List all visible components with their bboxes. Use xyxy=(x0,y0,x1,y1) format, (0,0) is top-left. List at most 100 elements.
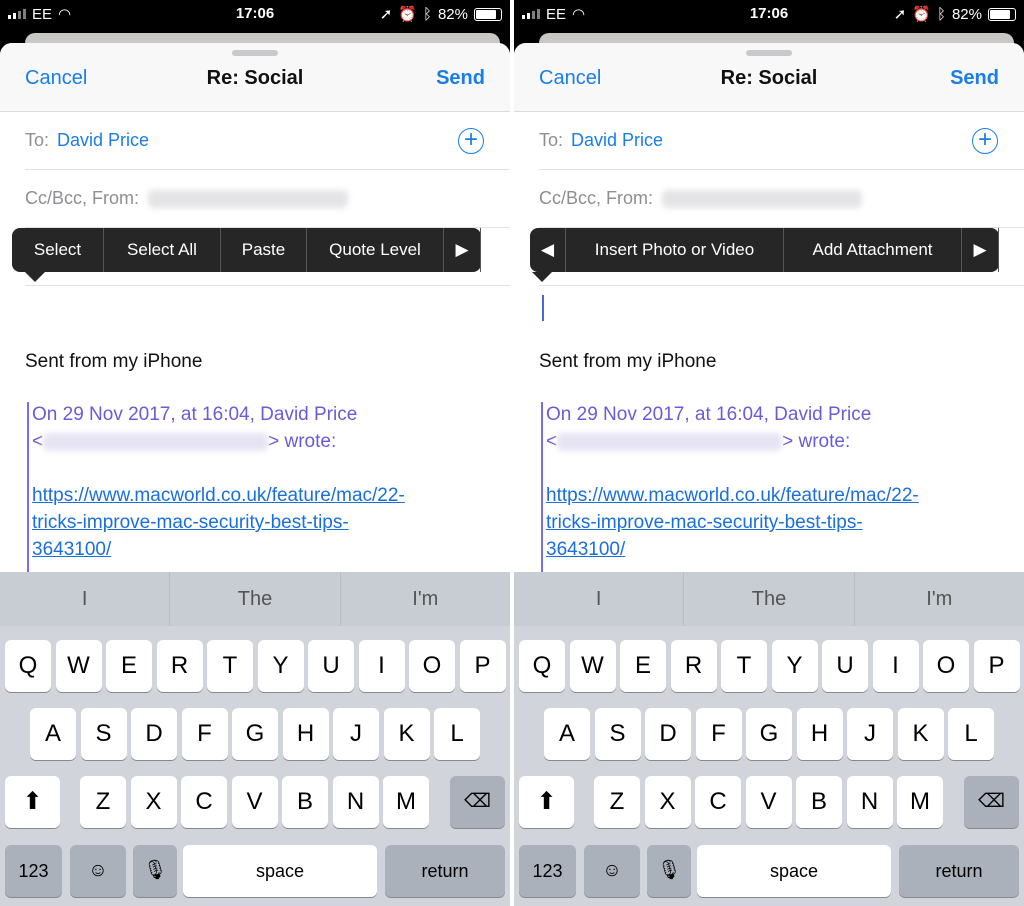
key-e[interactable]: E xyxy=(106,640,152,692)
menu-item[interactable]: Select xyxy=(12,228,104,272)
emoji-key[interactable]: ☺ xyxy=(70,845,126,897)
menu-next-button[interactable]: ▶ xyxy=(962,228,999,272)
dictation-key[interactable]: 🎙 xyxy=(647,845,691,897)
cancel-button[interactable]: Cancel xyxy=(539,67,601,90)
menu-next-button[interactable]: ▶ xyxy=(444,228,481,272)
menu-item[interactable]: Paste xyxy=(221,228,307,272)
numbers-key[interactable]: 123 xyxy=(519,845,576,897)
key-c[interactable]: C xyxy=(181,776,227,828)
key-z[interactable]: Z xyxy=(594,776,640,828)
key-o[interactable]: O xyxy=(923,640,969,692)
sheet-grabber[interactable] xyxy=(746,50,792,56)
suggestion[interactable]: I'm xyxy=(341,572,510,626)
add-contact-button[interactable]: + xyxy=(972,128,998,154)
key-n[interactable]: N xyxy=(846,776,893,828)
key-v[interactable]: V xyxy=(745,776,792,828)
key-l[interactable]: L xyxy=(948,708,994,760)
key-s[interactable]: S xyxy=(594,708,641,760)
key-h[interactable]: H xyxy=(796,708,843,760)
send-button[interactable]: Send xyxy=(436,67,485,90)
suggestion[interactable]: I'm xyxy=(855,572,1024,626)
key-k[interactable]: K xyxy=(383,708,430,760)
quote-link[interactable]: tricks-improve-mac-security-best-tips- xyxy=(546,512,863,534)
shift-key[interactable]: ⬆ xyxy=(5,776,60,828)
cancel-button[interactable]: Cancel xyxy=(25,67,87,90)
key-j[interactable]: J xyxy=(847,708,893,760)
key-g[interactable]: G xyxy=(746,708,792,760)
key-t[interactable]: T xyxy=(207,640,253,692)
quote-link[interactable]: tricks-improve-mac-security-best-tips- xyxy=(32,512,349,534)
send-button[interactable]: Send xyxy=(950,67,999,90)
key-d[interactable]: D xyxy=(645,708,691,760)
menu-item[interactable]: Select All xyxy=(104,228,221,272)
menu-item[interactable]: Add Attachment xyxy=(784,228,962,272)
key-g[interactable]: G xyxy=(232,708,278,760)
suggestion[interactable]: I xyxy=(514,572,685,626)
to-field[interactable]: To: David Price + xyxy=(25,112,510,170)
space-key[interactable]: space xyxy=(183,845,377,897)
to-field[interactable]: To: David Price + xyxy=(539,112,1024,170)
key-d[interactable]: D xyxy=(131,708,177,760)
cc-from-field[interactable]: Cc/Bcc, From: xyxy=(539,170,1024,228)
key-n[interactable]: N xyxy=(332,776,379,828)
quote-link[interactable]: 3643100/ xyxy=(32,539,111,561)
key-y[interactable]: Y xyxy=(771,640,818,692)
quote-link[interactable]: https://www.macworld.co.uk/feature/mac/2… xyxy=(32,485,405,507)
cc-from-field[interactable]: Cc/Bcc, From: xyxy=(25,170,510,228)
key-v[interactable]: V xyxy=(231,776,278,828)
key-r[interactable]: R xyxy=(156,640,203,692)
delete-key[interactable]: ⌫ xyxy=(964,776,1019,828)
shift-key[interactable]: ⬆ xyxy=(519,776,574,828)
key-p[interactable]: P xyxy=(973,640,1020,692)
suggestion[interactable]: The xyxy=(684,572,855,626)
key-j[interactable]: J xyxy=(333,708,379,760)
key-m[interactable]: M xyxy=(897,776,943,828)
key-m[interactable]: M xyxy=(383,776,429,828)
key-x[interactable]: X xyxy=(644,776,691,828)
key-e[interactable]: E xyxy=(620,640,666,692)
return-key[interactable]: return xyxy=(385,845,505,897)
key-p[interactable]: P xyxy=(459,640,506,692)
key-b[interactable]: B xyxy=(796,776,842,828)
key-c[interactable]: C xyxy=(695,776,741,828)
key-i[interactable]: I xyxy=(872,640,919,692)
numbers-key[interactable]: 123 xyxy=(5,845,62,897)
key-q[interactable]: Q xyxy=(519,640,565,692)
emoji-key[interactable]: ☺ xyxy=(584,845,640,897)
key-w[interactable]: W xyxy=(569,640,616,692)
key-l[interactable]: L xyxy=(434,708,480,760)
suggestion[interactable]: I xyxy=(0,572,171,626)
key-f[interactable]: F xyxy=(181,708,228,760)
key-h[interactable]: H xyxy=(282,708,329,760)
key-y[interactable]: Y xyxy=(257,640,304,692)
key-t[interactable]: T xyxy=(721,640,767,692)
key-u[interactable]: U xyxy=(822,640,868,692)
key-b[interactable]: B xyxy=(282,776,328,828)
key-z[interactable]: Z xyxy=(80,776,126,828)
sheet-grabber[interactable] xyxy=(232,50,278,56)
menu-item[interactable]: Insert Photo or Video xyxy=(566,228,784,272)
quote-link[interactable]: 3643100/ xyxy=(546,539,625,561)
dictation-key[interactable]: 🎙 xyxy=(133,845,177,897)
add-contact-button[interactable]: + xyxy=(458,128,484,154)
key-r[interactable]: R xyxy=(670,640,717,692)
menu-prev-button[interactable]: ◀ xyxy=(530,228,566,272)
key-q[interactable]: Q xyxy=(5,640,51,692)
key-a[interactable]: A xyxy=(544,708,590,760)
return-key[interactable]: return xyxy=(899,845,1019,897)
key-k[interactable]: K xyxy=(897,708,944,760)
quote-link[interactable]: https://www.macworld.co.uk/feature/mac/2… xyxy=(546,485,919,507)
recipient-token[interactable]: David Price xyxy=(571,130,663,151)
key-u[interactable]: U xyxy=(308,640,354,692)
recipient-token[interactable]: David Price xyxy=(57,130,149,151)
key-o[interactable]: O xyxy=(409,640,455,692)
space-key[interactable]: space xyxy=(697,845,891,897)
key-i[interactable]: I xyxy=(358,640,405,692)
key-a[interactable]: A xyxy=(30,708,76,760)
key-w[interactable]: W xyxy=(55,640,102,692)
key-f[interactable]: F xyxy=(695,708,742,760)
suggestion[interactable]: The xyxy=(170,572,341,626)
menu-item[interactable]: Quote Level xyxy=(307,228,444,272)
delete-key[interactable]: ⌫ xyxy=(450,776,505,828)
key-x[interactable]: X xyxy=(130,776,177,828)
